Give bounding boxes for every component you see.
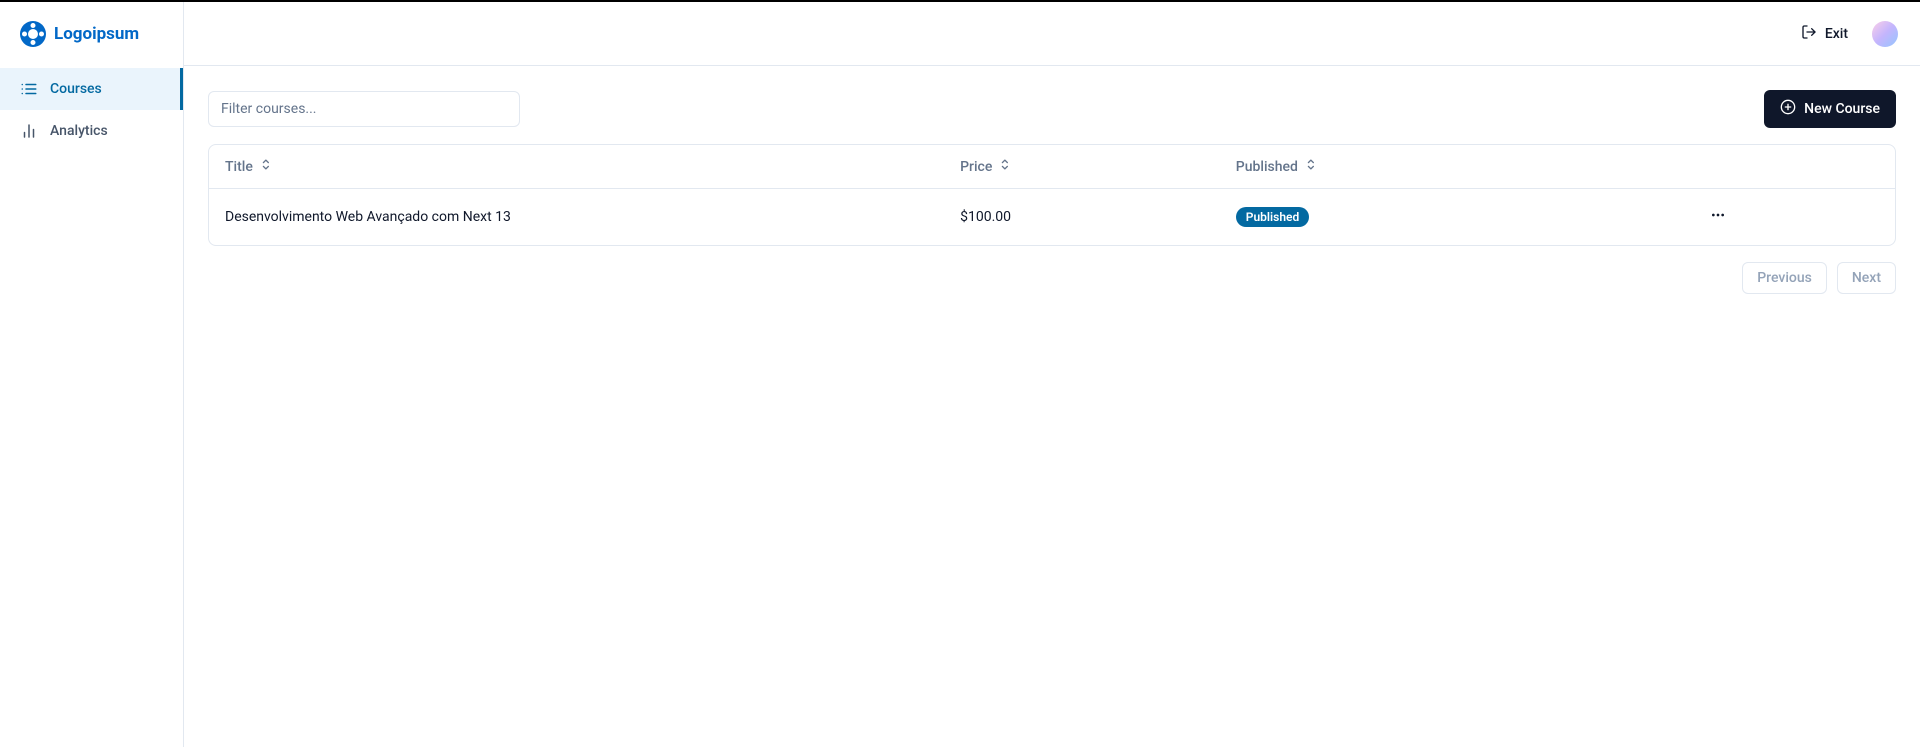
column-price-label: Price [960, 159, 992, 175]
plus-circle-icon [1780, 99, 1796, 119]
column-header-price[interactable]: Price [960, 157, 1236, 176]
sidebar-nav: Courses Analytics [0, 66, 183, 152]
logo-text: Logoipsum [54, 24, 139, 44]
sidebar-item-courses[interactable]: Courses [0, 68, 183, 110]
content: New Course Title Pri [184, 66, 1920, 318]
sidebar-item-label: Courses [50, 81, 102, 97]
list-icon [20, 80, 38, 98]
avatar[interactable] [1872, 21, 1898, 47]
more-horizontal-icon [1710, 207, 1726, 227]
row-actions-button[interactable] [1702, 203, 1734, 231]
header: Exit [184, 2, 1920, 66]
sort-icon [1304, 157, 1319, 176]
sort-icon [998, 157, 1013, 176]
sidebar-item-label: Analytics [50, 123, 108, 139]
column-title-label: Title [225, 159, 253, 175]
logo-link[interactable]: Logoipsum [20, 21, 139, 47]
logo-area: Logoipsum [0, 2, 183, 66]
cell-title: Desenvolvimento Web Avançado com Next 13 [225, 209, 960, 225]
column-header-actions [1557, 157, 1879, 176]
exit-button[interactable]: Exit [1793, 18, 1856, 50]
sidebar-item-analytics[interactable]: Analytics [0, 110, 183, 152]
cell-actions [1557, 203, 1879, 231]
logout-icon [1801, 24, 1817, 44]
pagination: Previous Next [208, 262, 1896, 294]
table-row: Desenvolvimento Web Avançado com Next 13… [209, 189, 1895, 245]
status-badge: Published [1236, 207, 1309, 227]
exit-label: Exit [1825, 26, 1848, 42]
column-header-published[interactable]: Published [1236, 157, 1558, 176]
column-published-label: Published [1236, 159, 1298, 175]
sort-icon [259, 157, 274, 176]
new-course-button[interactable]: New Course [1764, 90, 1896, 128]
main-area: Exit New Course [184, 2, 1920, 747]
app-shell: Logoipsum Courses [0, 2, 1920, 747]
next-button[interactable]: Next [1837, 262, 1896, 294]
courses-table: Title Price [208, 144, 1896, 246]
sidebar: Logoipsum Courses [0, 2, 184, 747]
filter-input[interactable] [208, 91, 520, 127]
toolbar: New Course [208, 90, 1896, 128]
bar-chart-icon [20, 122, 38, 140]
cell-price: $100.00 [960, 209, 1236, 225]
table-header: Title Price [209, 145, 1895, 189]
column-header-title[interactable]: Title [225, 157, 960, 176]
logo-icon [20, 21, 46, 47]
cell-published: Published [1236, 207, 1558, 227]
new-course-label: New Course [1804, 101, 1880, 117]
previous-button[interactable]: Previous [1742, 262, 1827, 294]
